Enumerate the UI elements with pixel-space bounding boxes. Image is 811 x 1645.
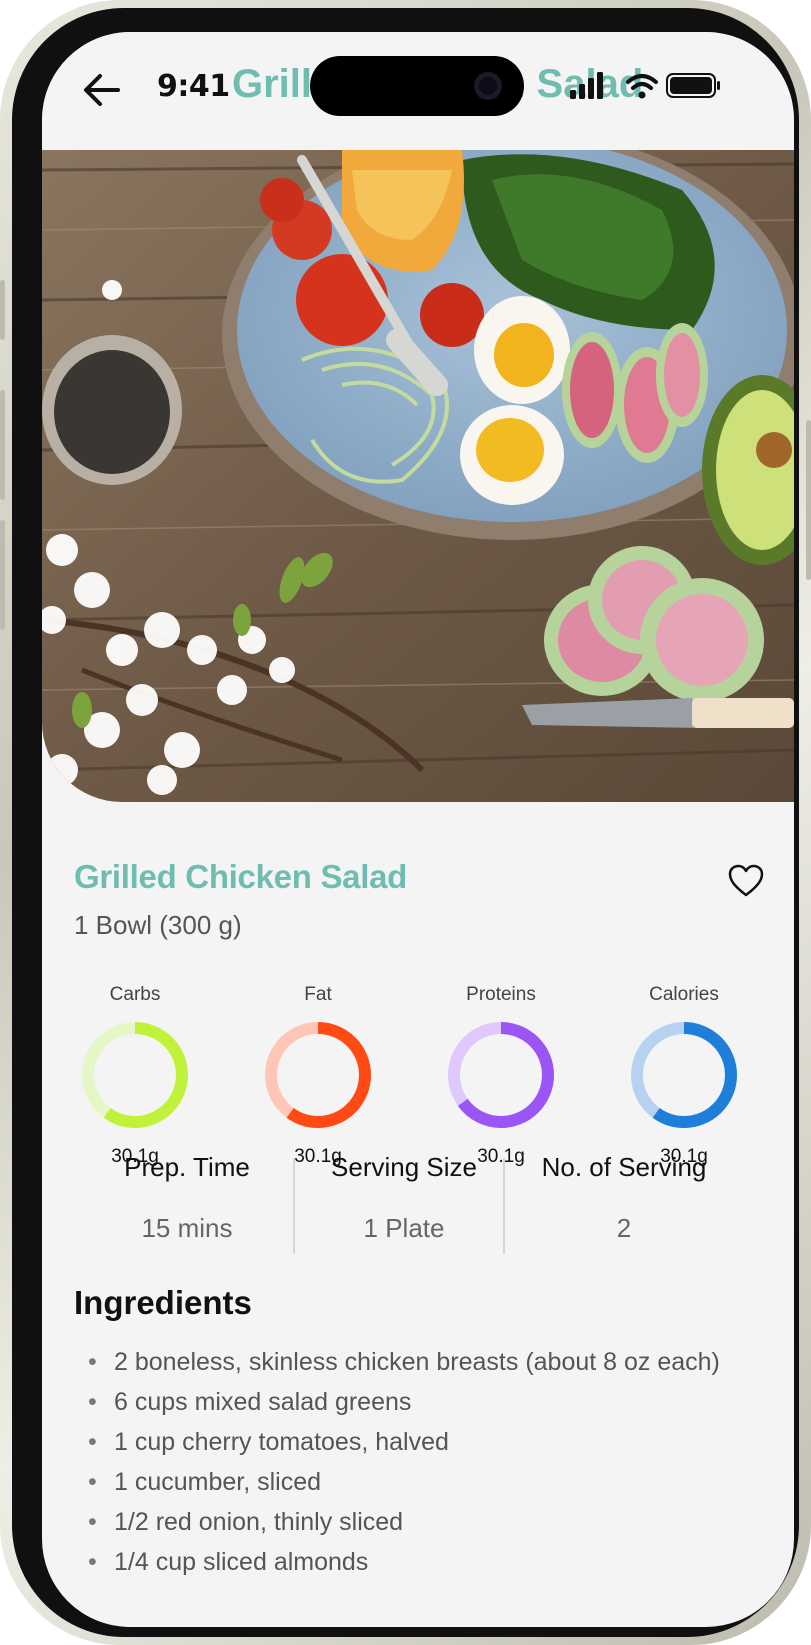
recipe-portion: 1 Bowl (300 g): [74, 910, 242, 940]
wifi-icon: [626, 74, 658, 99]
volume-up-button: [0, 390, 5, 500]
macro-carbs: Carbs 30.1g: [60, 982, 210, 1168]
bullet-icon: •: [88, 1388, 97, 1416]
macro-proteins: Proteins 30.1g: [426, 982, 576, 1168]
recipe-stats: Prep. Time 15 mins Serving Size 1 Plate …: [42, 1152, 794, 1254]
stat-divider: [503, 1158, 505, 1254]
list-item: • 6 cups mixed salad greens: [88, 1382, 720, 1422]
battery-icon: [666, 73, 720, 98]
bullet-icon: •: [88, 1348, 97, 1376]
bullet-icon: •: [88, 1468, 97, 1496]
list-item: • 2 boneless, skinless chicken breasts (a…: [88, 1342, 720, 1382]
macro-ring: [631, 1022, 737, 1128]
macro-calories: Calories 30.1g: [609, 982, 759, 1168]
back-arrow-icon[interactable]: [80, 68, 124, 112]
macro-label: Fat: [304, 984, 332, 1005]
bullet-icon: •: [88, 1548, 97, 1576]
ingredient-text: 6 cups mixed salad greens: [114, 1388, 412, 1416]
ingredient-text: 1 cup cherry tomatoes, halved: [114, 1428, 449, 1456]
dynamic-island: [310, 56, 524, 116]
ingredient-text: 1 cucumber, sliced: [114, 1468, 322, 1496]
list-item: • 1 cup cherry tomatoes, halved: [88, 1422, 720, 1462]
phone-frame: 9:41 Grilled Chicken Salad: [12, 8, 799, 1637]
ingredient-text: 1/4 cup sliced almonds: [114, 1548, 369, 1576]
ingredient-text: 1/2 red onion, thinly sliced: [114, 1508, 404, 1536]
signal-icon: [570, 72, 603, 99]
macro-ring: [265, 1022, 371, 1128]
heart-icon[interactable]: [728, 864, 764, 898]
salad-hero-image: [42, 150, 794, 802]
bullet-icon: •: [88, 1428, 97, 1456]
stat-serving-size: Serving Size 1 Plate: [304, 1152, 504, 1244]
list-item: • 1/2 red onion, thinly sliced: [88, 1502, 720, 1542]
ingredients-list: • 2 boneless, skinless chicken breasts (a…: [88, 1342, 720, 1582]
status-icons: [570, 72, 720, 99]
ingredient-text: 2 boneless, skinless chicken breasts (ab…: [114, 1348, 720, 1376]
macro-label: Carbs: [109, 984, 161, 1005]
bullet-icon: •: [88, 1508, 97, 1536]
macro-fat: Fat 30.1g: [243, 982, 393, 1168]
volume-down-button: [0, 520, 5, 630]
macro-label: Calories: [649, 984, 719, 1005]
macro-ring: [82, 1022, 188, 1128]
stat-value: 15 mins: [141, 1213, 233, 1243]
mute-button: [0, 280, 5, 340]
stat-label: Serving Size: [331, 1152, 477, 1182]
stat-number-of-serving: No. of Serving 2: [514, 1152, 734, 1244]
stat-value: 1 Plate: [363, 1213, 445, 1243]
power-button: [806, 420, 811, 580]
list-item: • 1/4 cup sliced almonds: [88, 1542, 720, 1582]
list-item: • 1 cucumber, sliced: [88, 1462, 720, 1502]
stat-label: No. of Serving: [541, 1152, 707, 1182]
macro-label: Proteins: [466, 984, 536, 1005]
stat-label: Prep. Time: [124, 1152, 250, 1182]
macro-ring: [448, 1022, 554, 1128]
screen: 9:41 Grilled Chicken Salad: [42, 32, 794, 1627]
stat-value: 2: [616, 1213, 632, 1243]
recipe-title: Grilled Chicken Salad: [74, 858, 407, 895]
status-time: 9:41: [157, 69, 230, 104]
stat-prep-time: Prep. Time 15 mins: [102, 1152, 272, 1244]
ingredients-heading: Ingredients: [74, 1284, 252, 1321]
stat-divider: [293, 1158, 295, 1254]
